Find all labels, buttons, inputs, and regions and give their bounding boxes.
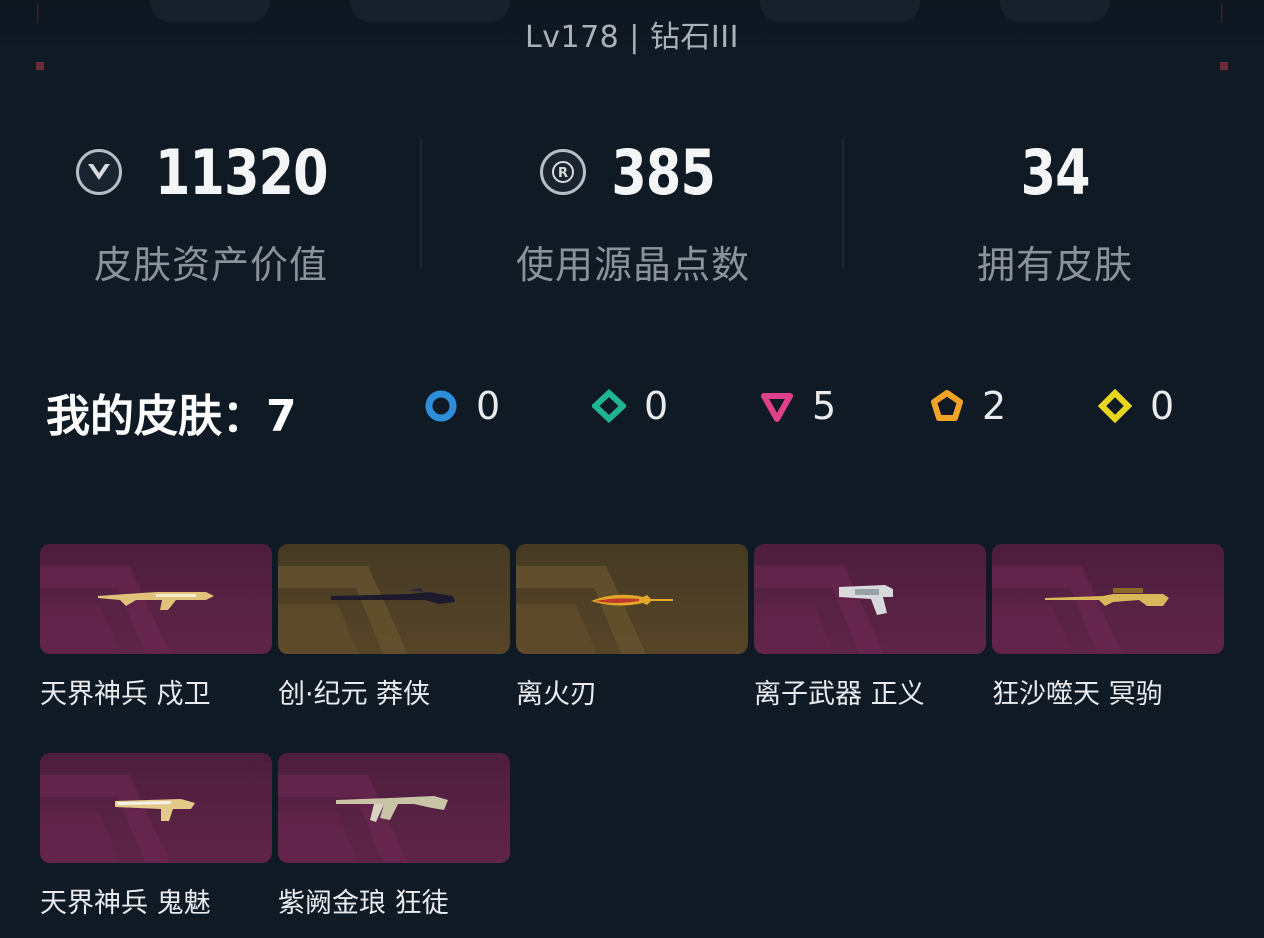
skin-card[interactable]: 狂沙噬天 冥驹 — [992, 544, 1224, 711]
revolver-icon — [839, 585, 893, 615]
tier-count: 5 — [812, 384, 837, 428]
skin-thumbnail — [516, 544, 748, 654]
pistol-icon — [115, 799, 195, 821]
knife-icon — [591, 594, 673, 606]
deluxe-tier-icon — [592, 389, 626, 423]
stat-label: 皮肤资产价值 — [93, 243, 328, 287]
skin-thumbnail — [992, 544, 1224, 654]
tier-deluxe-count: 0 — [592, 384, 668, 428]
edge-marker — [36, 62, 44, 70]
stat-skin-value: 11320 皮肤资产价值 — [0, 132, 422, 289]
skin-thumbnail — [278, 544, 510, 654]
stat-value: 385 — [611, 135, 715, 209]
stat-radianite: R 385 使用源晶点数 — [422, 132, 844, 289]
skin-name: 紫阙金琅 狂徒 — [278, 888, 449, 919]
profile-page: || || Lv178 | 钻石III 11320 皮肤资产价值 R 385 — [0, 0, 1264, 938]
tier-count: 0 — [476, 384, 501, 428]
skin-thumbnail — [754, 544, 986, 654]
valorant-points-icon — [75, 149, 122, 195]
ultra-tier-icon — [931, 390, 963, 421]
stat-value: 11320 — [154, 135, 329, 209]
tier-select-count: 0 — [424, 384, 500, 428]
stat-label: 拥有皮肤 — [976, 243, 1133, 287]
skin-card[interactable]: 离火刃 — [516, 544, 748, 711]
skin-name: 天界神兵 鬼魅 — [40, 888, 211, 919]
skin-name: 狂沙噬天 冥驹 — [992, 679, 1163, 710]
skin-thumbnail — [40, 544, 272, 654]
premium-tier-icon — [761, 393, 793, 422]
skin-card[interactable]: 天界神兵 戍卫 — [40, 544, 272, 711]
sniper-icon — [1045, 588, 1169, 606]
level-rank-text: Lv178 | 钻石III — [525, 20, 739, 55]
stat-owned-skins: 34 拥有皮肤 — [844, 132, 1264, 289]
rifle-icon — [98, 592, 214, 610]
rifle-icon — [336, 796, 448, 822]
stat-value: 34 — [1020, 135, 1090, 209]
my-skins-title: 我的皮肤：7 — [46, 391, 297, 442]
edge-marker — [1220, 62, 1228, 70]
tier-exclusive-count: 0 — [1098, 384, 1174, 428]
radianite-icon: R — [539, 149, 586, 195]
skin-name: 离火刃 — [516, 679, 597, 710]
skin-name: 创·纪元 莽侠 — [278, 679, 431, 710]
skin-card[interactable]: 创·纪元 莽侠 — [278, 544, 510, 711]
tier-premium-count: 5 — [760, 384, 836, 428]
exclusive-tier-icon — [1098, 389, 1132, 423]
stat-label: 使用源晶点数 — [515, 243, 750, 287]
skin-card[interactable]: 天界神兵 鬼魅 — [40, 753, 272, 920]
skin-name: 天界神兵 戍卫 — [40, 679, 211, 710]
skin-thumbnail — [278, 753, 510, 863]
skin-card[interactable]: 离子武器 正义 — [754, 544, 986, 711]
skin-name: 离子武器 正义 — [754, 679, 925, 710]
tier-count: 2 — [982, 384, 1007, 428]
shotgun-icon — [331, 588, 455, 604]
tier-count: 0 — [1150, 384, 1175, 428]
header-strip: | | | | Lv178 | 钻石III — [0, 0, 1264, 80]
skin-card[interactable]: 紫阙金琅 狂徒 — [278, 753, 510, 920]
select-tier-icon — [425, 390, 457, 422]
tier-ultra-count: 2 — [930, 384, 1006, 428]
tier-count: 0 — [644, 384, 669, 428]
skin-thumbnail — [40, 753, 272, 863]
svg-text:R: R — [558, 166, 568, 181]
